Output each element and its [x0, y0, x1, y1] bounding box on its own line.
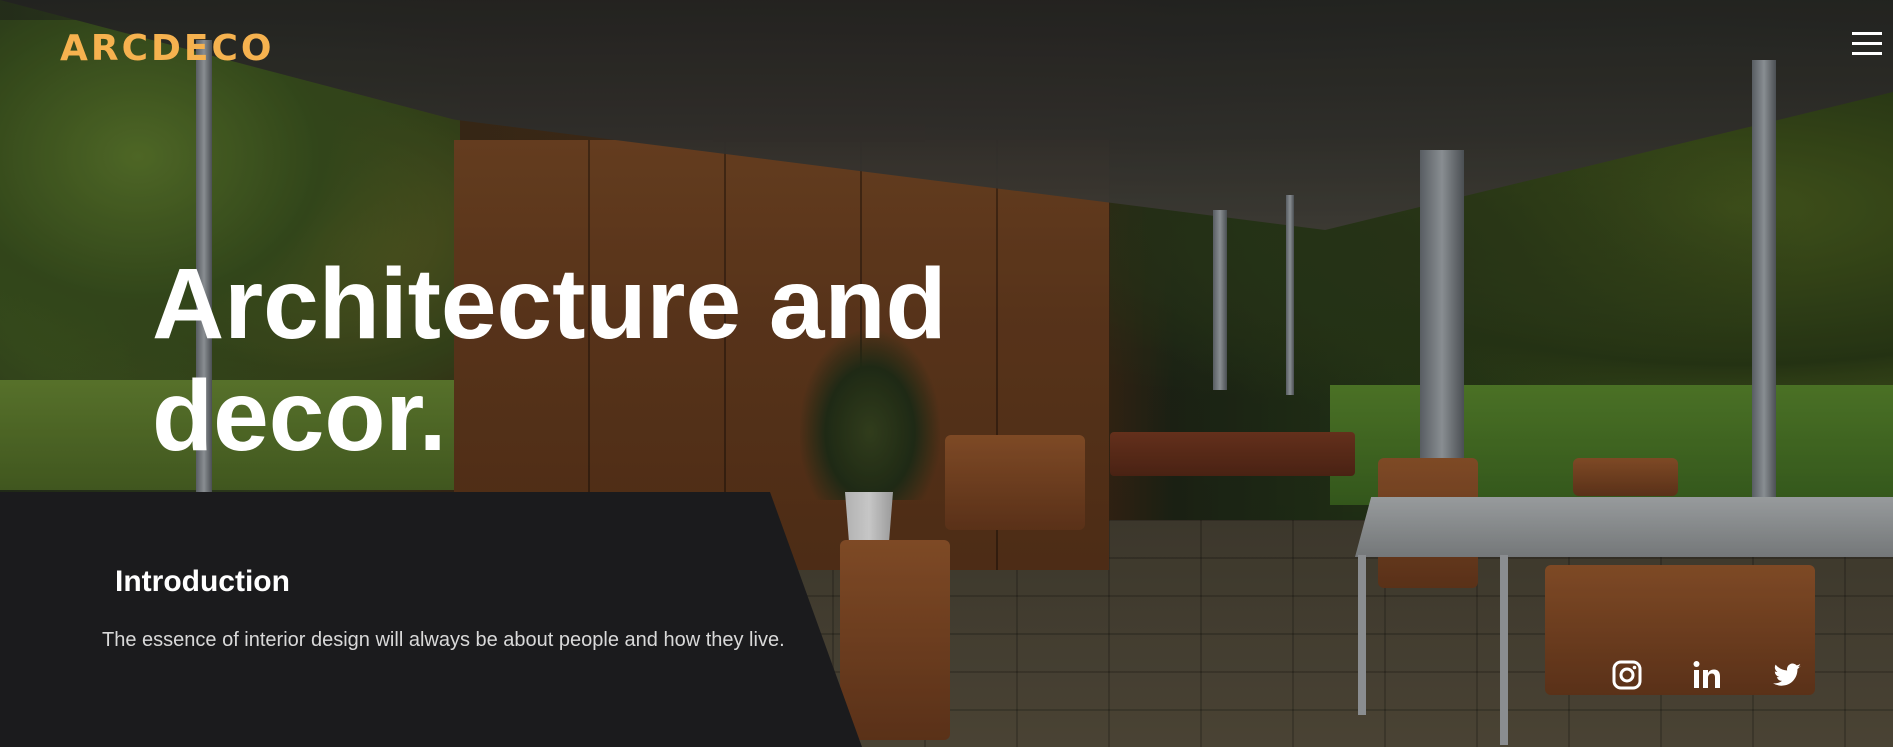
hero-title: Architecture and decor. — [152, 248, 1052, 472]
instagram-icon[interactable] — [1610, 658, 1644, 692]
hero-title-line-2: decor. — [152, 360, 447, 472]
instagram-icon-graphic — [1612, 660, 1642, 690]
intro-title: Introduction — [115, 565, 290, 598]
brand-logo[interactable]: ARCDECO — [60, 28, 275, 69]
linkedin-icon-graphic — [1693, 661, 1720, 688]
twitter-icon-graphic — [1773, 663, 1801, 686]
hero-title-line-1: Architecture and — [152, 248, 947, 360]
twitter-icon[interactable] — [1770, 658, 1804, 692]
intro-panel — [0, 492, 862, 747]
intro-text: The essence of interior design will alwa… — [102, 629, 785, 651]
hero-section: ARCDECO Architecture and decor. Introduc… — [0, 0, 1893, 747]
linkedin-icon[interactable] — [1690, 658, 1724, 692]
hamburger-menu-icon[interactable] — [1852, 30, 1882, 58]
